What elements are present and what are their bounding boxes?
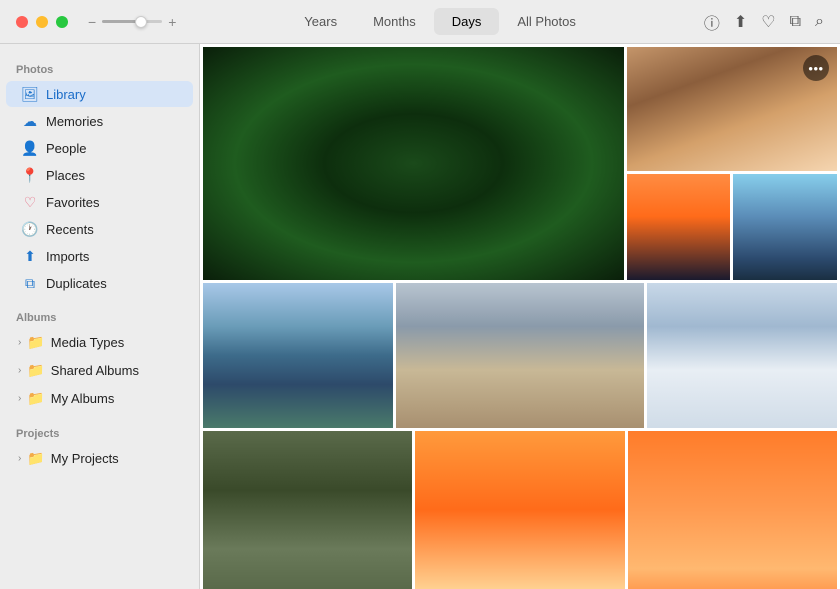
albums-section-label: Albums <box>0 304 199 328</box>
photo-woman-sunset[interactable] <box>415 431 624 589</box>
chevron-right-icon: › <box>18 337 21 348</box>
media-types-folder-icon: 📁 <box>27 334 44 351</box>
sidebar-item-places[interactable]: 📍 Places <box>6 162 193 188</box>
sidebar-item-label: Favorites <box>46 195 99 210</box>
memories-icon: ☁ <box>22 113 38 129</box>
photo-sunset-couple[interactable] <box>627 174 731 280</box>
grid-row-2 <box>203 283 837 428</box>
chevron-right-icon: › <box>18 453 21 464</box>
sidebar-item-recents[interactable]: 🕐 Recents <box>6 216 193 242</box>
titlebar: − + Years Months Days All Photos ⓘ ⬆ ♡ ⧉… <box>0 0 840 44</box>
share-icon[interactable]: ⬆ <box>734 12 747 32</box>
sidebar-item-label: Recents <box>46 222 94 237</box>
places-icon: 📍 <box>22 167 38 183</box>
sidebar-item-my-projects[interactable]: › 📁 My Projects <box>6 445 193 472</box>
sidebar-item-people[interactable]: 👤 People <box>6 135 193 161</box>
zoom-plus-icon[interactable]: + <box>168 15 176 29</box>
search-icon[interactable]: ⌕ <box>815 13 824 31</box>
photo-woman-arms[interactable] <box>628 431 837 589</box>
sidebar-item-favorites[interactable]: ♡ Favorites <box>6 189 193 215</box>
tab-years[interactable]: Years <box>286 8 355 35</box>
sidebar-item-label: Memories <box>46 114 103 129</box>
zoom-minus-icon[interactable]: − <box>88 15 96 29</box>
view-tabs: Years Months Days All Photos <box>286 8 594 35</box>
photo-snow-mountain[interactable] <box>647 283 837 428</box>
main-layout: Photos 🖼 Library ☁ Memories 👤 People 📍 P… <box>0 44 840 589</box>
tab-months[interactable]: Months <box>355 8 434 35</box>
minimize-button[interactable] <box>36 16 48 28</box>
recents-icon: 🕐 <box>22 221 38 237</box>
more-options-button[interactable]: ••• <box>803 55 829 81</box>
sidebar-item-label: Duplicates <box>46 276 107 291</box>
sidebar-item-media-types[interactable]: › 📁 Media Types <box>6 329 193 356</box>
imports-icon: ⬆ <box>22 248 38 264</box>
photo-woman-beach[interactable]: ••• <box>627 47 837 171</box>
sidebar: Photos 🖼 Library ☁ Memories 👤 People 📍 P… <box>0 44 200 589</box>
tab-days[interactable]: Days <box>434 8 500 35</box>
sidebar-item-library[interactable]: 🖼 Library <box>6 81 193 107</box>
sidebar-item-label: Imports <box>46 249 89 264</box>
sidebar-item-label: Shared Albums <box>51 363 139 378</box>
copy-icon[interactable]: ⧉ <box>790 13 801 31</box>
chevron-right-icon: › <box>18 393 21 404</box>
heart-icon[interactable]: ♡ <box>761 12 775 32</box>
tab-all-photos[interactable]: All Photos <box>499 8 594 35</box>
info-icon[interactable]: ⓘ <box>704 10 720 34</box>
zoom-thumb[interactable] <box>135 16 147 28</box>
library-icon: 🖼 <box>22 86 38 102</box>
shared-albums-folder-icon: 📁 <box>27 362 44 379</box>
zoom-slider[interactable] <box>102 20 162 23</box>
sidebar-item-duplicates[interactable]: ⧉ Duplicates <box>6 270 193 296</box>
close-button[interactable] <box>16 16 28 28</box>
photo-old-city[interactable] <box>396 283 643 428</box>
sidebar-item-my-albums[interactable]: › 📁 My Albums <box>6 385 193 412</box>
photo-mountain-lady[interactable] <box>733 174 837 280</box>
sidebar-item-label: My Projects <box>51 451 119 466</box>
photo-forest[interactable] <box>203 47 624 280</box>
titlebar-actions: ⓘ ⬆ ♡ ⧉ ⌕ <box>704 10 824 34</box>
sidebar-item-label: Places <box>46 168 85 183</box>
sidebar-item-memories[interactable]: ☁ Memories <box>6 108 193 134</box>
photos-section-label: Photos <box>0 56 199 80</box>
photo-winding-road[interactable] <box>203 431 412 589</box>
my-projects-folder-icon: 📁 <box>27 450 44 467</box>
zoom-control: − + <box>88 15 176 29</box>
sidebar-item-label: Library <box>46 87 86 102</box>
people-icon: 👤 <box>22 140 38 156</box>
sidebar-item-imports[interactable]: ⬆ Imports <box>6 243 193 269</box>
sidebar-item-shared-albums[interactable]: › 📁 Shared Albums <box>6 357 193 384</box>
photo-grid: ••• <box>200 44 840 589</box>
traffic-lights <box>16 16 68 28</box>
favorites-icon: ♡ <box>22 194 38 210</box>
duplicates-icon: ⧉ <box>22 275 38 291</box>
sidebar-item-label: Media Types <box>51 335 124 350</box>
grid-row-1: ••• <box>203 47 837 280</box>
maximize-button[interactable] <box>56 16 68 28</box>
grid-row-3 <box>203 431 837 589</box>
sidebar-item-label: My Albums <box>51 391 115 406</box>
sidebar-item-label: People <box>46 141 86 156</box>
chevron-right-icon: › <box>18 365 21 376</box>
photo-mountains-lake[interactable] <box>203 283 393 428</box>
my-albums-folder-icon: 📁 <box>27 390 44 407</box>
projects-section-label: Projects <box>0 420 199 444</box>
